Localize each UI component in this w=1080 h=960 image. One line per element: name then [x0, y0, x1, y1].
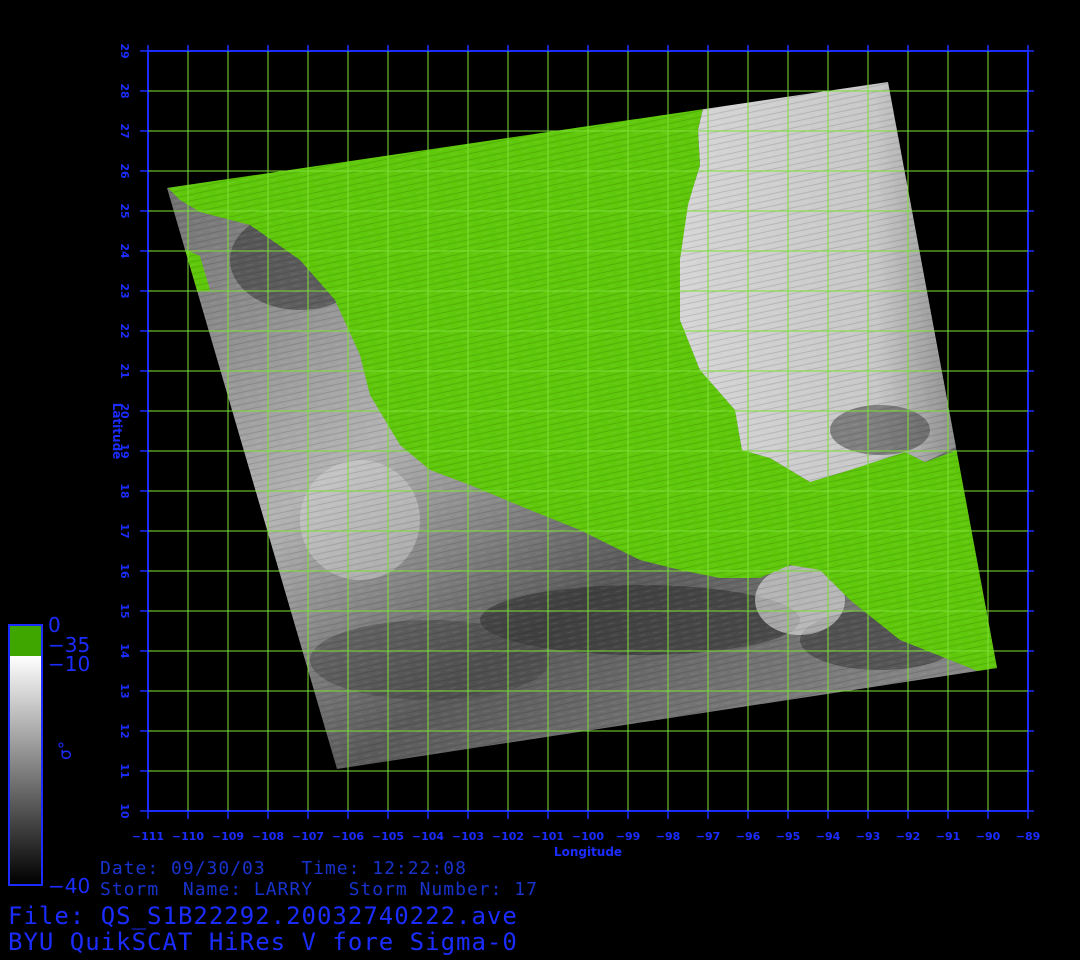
latitude-tick-label: 26 [118, 163, 131, 179]
colorbar [8, 624, 43, 886]
latitude-tick-label: 11 [118, 763, 131, 778]
latitude-tick-label: 28 [118, 83, 131, 98]
latitude-tick-label: 24 [118, 243, 131, 259]
satellite-swath [167, 82, 997, 769]
longitude-tick-label: −102 [492, 830, 524, 843]
longitude-tick-label: −94 [816, 830, 841, 843]
longitude-tick-label: −90 [976, 830, 1001, 843]
longitude-tick-label: −93 [856, 830, 881, 843]
longitude-tick-label: −107 [292, 830, 324, 843]
longitude-tick-label: −99 [616, 830, 641, 843]
longitude-tick-label: −97 [696, 830, 721, 843]
latitude-tick-label: 10 [118, 803, 131, 819]
latitude-tick-label: 29 [118, 43, 131, 58]
latitude-tick-label: 27 [118, 123, 131, 138]
latitude-tick-label: 15 [118, 603, 131, 618]
longitude-tick-label: −92 [896, 830, 921, 843]
longitude-tick-label: −103 [452, 830, 484, 843]
longitude-tick-label: −110 [172, 830, 205, 843]
colorbar-top-label: −10 [48, 652, 91, 676]
longitude-tick-label: −108 [252, 830, 284, 843]
latitude-tick-label: 18 [118, 483, 131, 498]
longitude-tick-label: −101 [532, 830, 564, 843]
latitude-tick-label: 21 [118, 363, 131, 378]
latitude-tick-label: 16 [118, 563, 131, 579]
longitude-tick-label: −89 [1016, 830, 1041, 843]
latitude-tick-label: 17 [118, 523, 131, 538]
longitude-tick-label: −111 [132, 830, 164, 843]
latitude-tick-label: 14 [118, 643, 131, 659]
latitude-tick-label: 22 [118, 323, 131, 338]
colorbar-bottom-label: −40 [48, 874, 91, 898]
latitude-tick-label: 25 [118, 203, 131, 218]
date-time-line: Date: 09/30/03 Time: 12:22:08 [100, 858, 467, 879]
longitude-tick-label: −91 [936, 830, 961, 843]
longitude-tick-label: −95 [776, 830, 801, 843]
longitude-tick-label: −109 [212, 830, 244, 843]
y-axis-title: Latitude [110, 403, 124, 460]
colorbar-gradient [10, 656, 41, 884]
file-name-line: File: QS_S1B22292.20032740222.ave [8, 902, 518, 930]
colorbar-land-swatch [10, 626, 41, 656]
longitude-tick-label: −106 [332, 830, 365, 843]
colorbar-quantity-label: σ° [56, 740, 76, 760]
longitude-tick-label: −98 [656, 830, 681, 843]
latitude-tick-label: 12 [118, 723, 131, 738]
sigma0-map: −111 −110 −109 −108 −107 −106 −105 −104 −103 −102… [8, 43, 1041, 886]
latitude-tick-label: 13 [118, 683, 131, 698]
longitude-tick-label: −104 [412, 830, 445, 843]
storm-info-line: Storm Name: LARRY Storm Number: 17 [100, 879, 538, 900]
longitude-tick-label: −100 [572, 830, 605, 843]
longitude-tick-label: −96 [736, 830, 761, 843]
longitude-tick-label: −105 [372, 830, 404, 843]
latitude-tick-label: 23 [118, 283, 131, 298]
product-title-line: BYU QuikSCAT HiRes V fore Sigma-0 [8, 928, 518, 956]
x-axis-title: Longitude [554, 845, 622, 859]
